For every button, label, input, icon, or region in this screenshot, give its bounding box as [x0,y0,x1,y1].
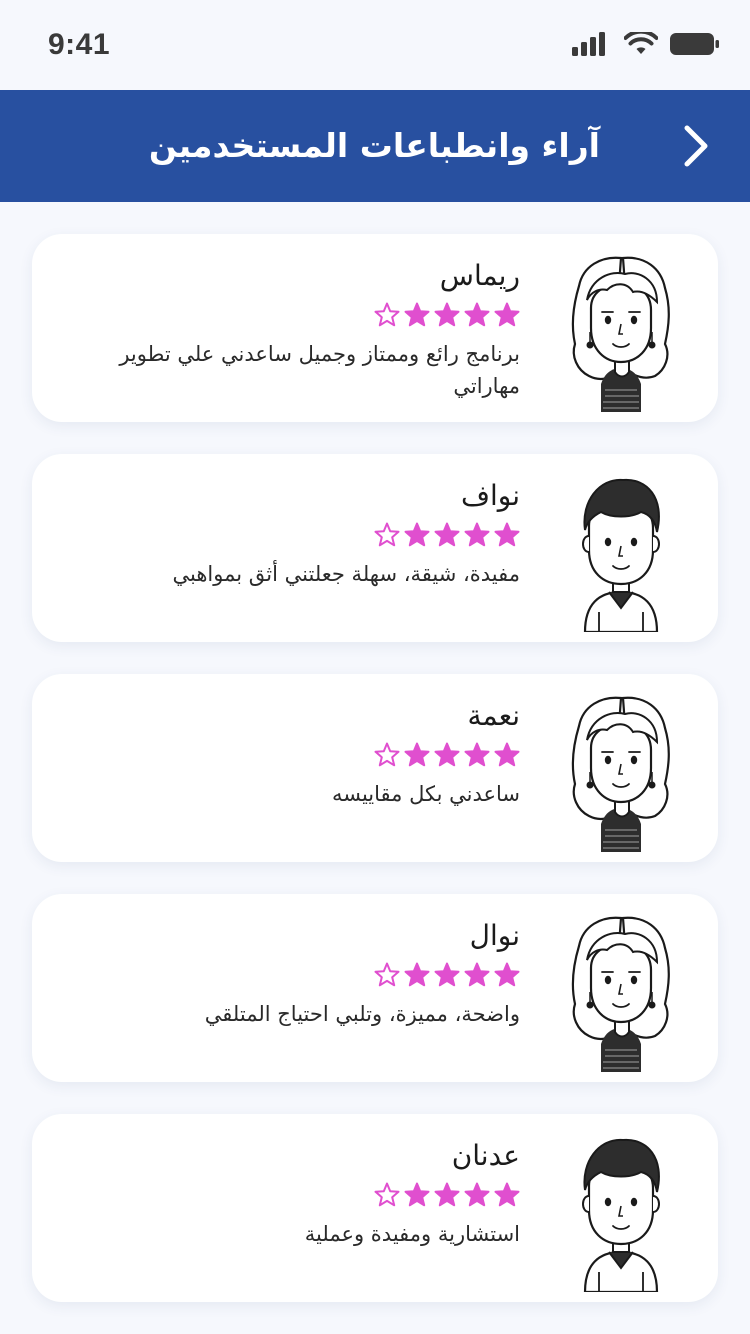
star-outline-icon [374,962,400,987]
avatar [571,916,670,1072]
star-filled-icon [464,1182,490,1207]
star-outline-icon [374,742,400,767]
reviewer-name: نوال [469,919,520,952]
review-content: ريماس برنامج رائع وممتاز وجميل ساعدني عل… [70,256,520,402]
star-outline-icon [374,1182,400,1207]
status-bar: 9:41 [0,0,750,90]
star-filled-icon [404,522,430,547]
star-filled-icon [434,522,460,547]
star-rating [70,300,520,330]
review-card: عدنان استشارية ومفيدة وعملية [32,1114,718,1302]
star-filled-icon [494,962,520,987]
avatar [581,1138,661,1292]
battery-icon [670,33,719,55]
avatar [581,478,661,632]
review-text: ساعدني بكل مقاييسه [331,782,520,806]
reviewer-name: نعمة [467,699,521,732]
review-text: واضحة، مميزة، وتلبي احتياج المتلقي [204,1002,520,1026]
reviews-list: ريماس برنامج رائع وممتاز وجميل ساعدني عل… [32,234,718,1334]
review-content: نعمة ساعدني بكل مقاييسه [70,696,520,810]
star-filled-icon [494,302,520,327]
star-rating [70,960,520,990]
star-filled-icon [404,1182,430,1207]
star-filled-icon [404,962,430,987]
star-filled-icon [494,522,520,547]
app-header: آراء وانطباعات المستخدمين [0,90,750,202]
review-content: نواف مفيدة، شيقة، سهلة جعلتني أثق بمواهب… [70,476,520,590]
page-title: آراء وانطباعات المستخدمين [148,126,600,165]
chevron-right-icon [684,125,708,167]
star-filled-icon [494,742,520,767]
avatar [571,256,670,412]
review-card: نواف مفيدة، شيقة، سهلة جعلتني أثق بمواهب… [32,454,718,642]
star-filled-icon [404,302,430,327]
star-filled-icon [434,1182,460,1207]
wifi-icon [624,32,658,54]
star-filled-icon [404,742,430,767]
star-filled-icon [434,302,460,327]
back-button[interactable] [670,120,722,172]
star-filled-icon [464,522,490,547]
review-content: نوال واضحة، مميزة، وتلبي احتياج المتلقي [70,916,520,1030]
status-time: 9:41 [48,28,111,61]
review-card: ريماس برنامج رائع وممتاز وجميل ساعدني عل… [32,234,718,422]
star-rating [70,740,520,770]
signal-icon [572,32,605,56]
review-text: مفيدة، شيقة، سهلة جعلتني أثق بمواهبي [172,562,520,586]
review-card: نعمة ساعدني بكل مقاييسه [32,674,718,862]
star-rating [70,1180,520,1210]
reviewer-name: ريماس [439,259,520,292]
reviewer-name: نواف [460,479,520,512]
review-card: نوال واضحة، مميزة، وتلبي احتياج المتلقي [32,894,718,1082]
star-outline-icon [374,522,400,547]
star-filled-icon [494,1182,520,1207]
star-filled-icon [464,742,490,767]
star-outline-icon [374,302,400,327]
star-filled-icon [464,302,490,327]
avatar [571,696,670,852]
star-filled-icon [434,962,460,987]
star-filled-icon [434,742,460,767]
star-filled-icon [464,962,490,987]
reviewer-name: عدنان [451,1139,520,1172]
review-text: استشارية ومفيدة وعملية [304,1222,520,1246]
star-rating [70,520,520,550]
review-content: عدنان استشارية ومفيدة وعملية [70,1136,520,1250]
review-text: برنامج رائع وممتاز وجميل ساعدني علي تطوي… [119,342,520,398]
